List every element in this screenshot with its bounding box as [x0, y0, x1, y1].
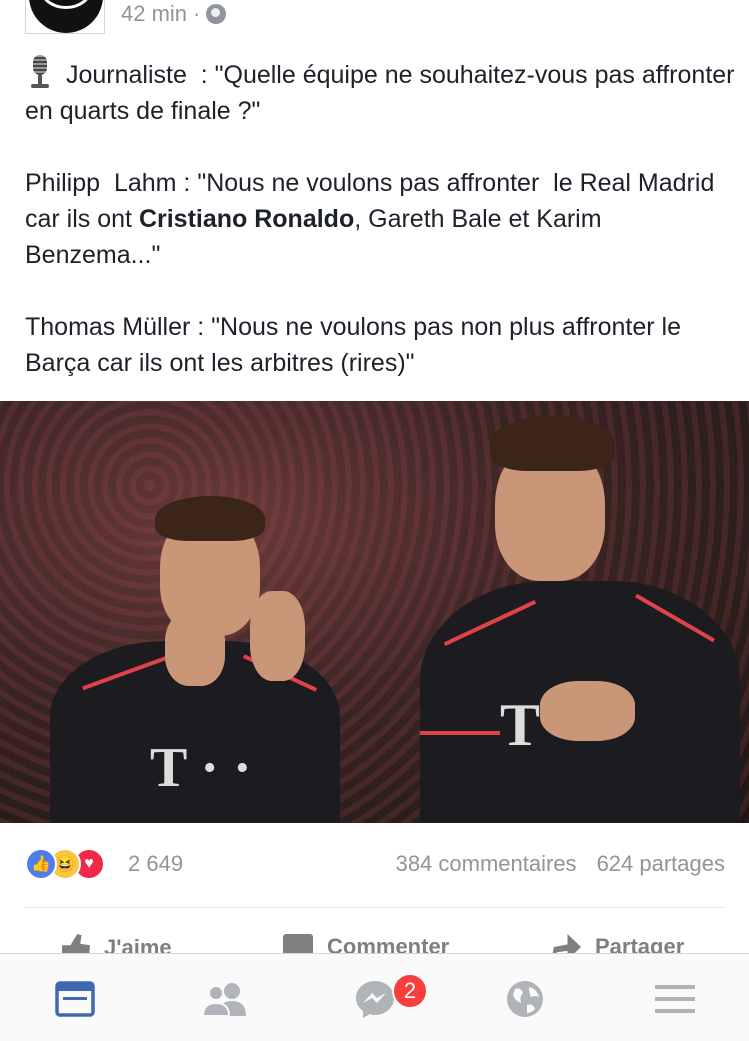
news-feed-icon	[55, 981, 95, 1017]
player-left: T · ·	[50, 491, 350, 823]
tab-notifications[interactable]	[500, 974, 550, 1024]
comments-count[interactable]: 384 commentaires	[396, 851, 577, 877]
tab-friends[interactable]	[200, 974, 250, 1024]
microphone-icon	[25, 55, 53, 89]
post-photo[interactable]: T · · T ·	[0, 401, 749, 823]
post-actions: J'aime Commenter Partager	[0, 926, 749, 956]
post-stats: 384 commentaires 624 partages	[396, 851, 725, 877]
tab-news-feed[interactable]	[50, 974, 100, 1024]
post-time[interactable]: 42 min	[121, 1, 187, 27]
shares-count[interactable]: 624 partages	[597, 851, 725, 877]
bold-name: Cristiano Ronaldo	[138, 205, 355, 233]
post-paragraph-1: Journaliste : "Quelle équipe ne souhaite…	[25, 55, 735, 129]
page-avatar[interactable]	[25, 0, 105, 34]
tab-menu[interactable]	[650, 974, 700, 1024]
messenger-icon	[356, 981, 394, 1018]
tab-messenger[interactable]	[350, 974, 400, 1024]
notifications-globe-icon	[507, 981, 543, 1017]
menu-icon	[655, 985, 695, 1013]
player-right: T ·	[420, 411, 740, 823]
post-meta: 42 min ·	[121, 1, 227, 27]
post-paragraph-3: Thomas Müller : "Nous ne voulons pas non…	[25, 313, 688, 377]
globe-icon	[206, 4, 227, 24]
bottom-tab-bar: 2	[0, 953, 749, 1041]
reaction-count[interactable]: 2 649	[128, 851, 183, 877]
friends-icon	[202, 983, 246, 1016]
post-paragraph-2: Philipp Lahm : "Nous ne voulons pas affr…	[25, 169, 722, 269]
divider	[25, 907, 725, 908]
like-reaction-icon[interactable]: 👍	[25, 848, 57, 880]
messenger-badge: 2	[392, 973, 428, 1009]
post-header: 42 min ·	[0, 0, 749, 40]
post-text: Journaliste : "Quelle équipe ne souhaite…	[25, 55, 735, 381]
reactions-bar: 👍 😆 ♥ 2 649 384 commentaires 624 partage…	[25, 848, 725, 882]
